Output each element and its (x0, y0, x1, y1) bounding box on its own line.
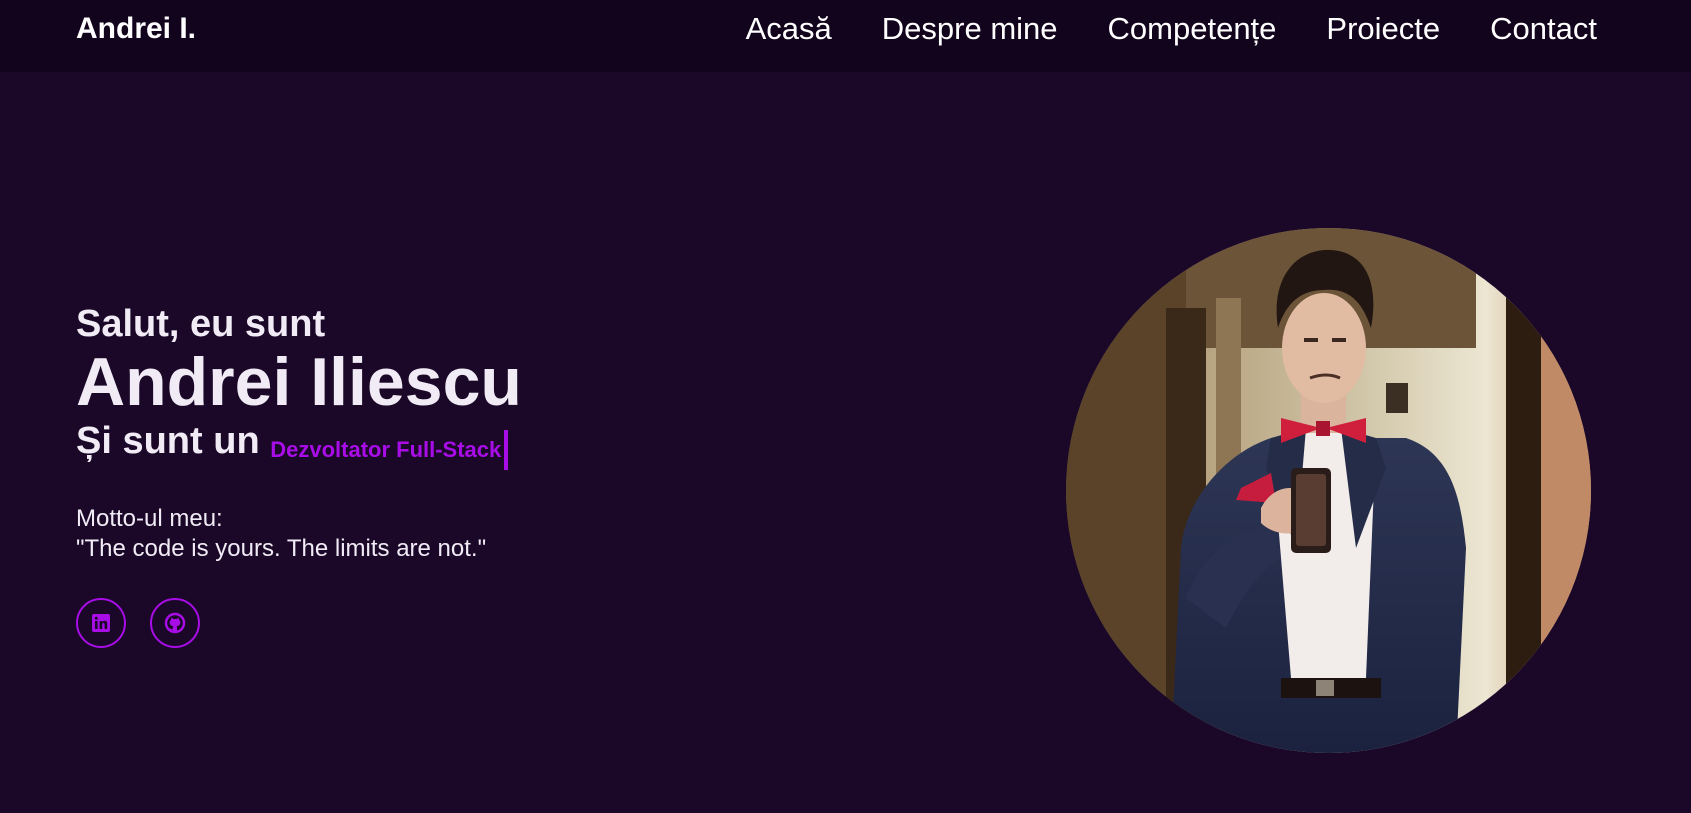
profile-photo-illustration (1066, 228, 1591, 753)
linkedin-icon (92, 614, 110, 632)
hero-name: Andrei Iliescu (76, 344, 522, 420)
top-navbar: Andrei I. Acasă Despre mine Competențe P… (0, 0, 1691, 72)
github-icon (164, 612, 186, 634)
nav-link-competente[interactable]: Competențe (1108, 11, 1277, 47)
social-links (76, 598, 200, 648)
site-logo[interactable]: Andrei I. (76, 12, 196, 46)
nav-link-acasa[interactable]: Acasă (746, 11, 832, 47)
main-nav: Acasă Despre mine Competențe Proiecte Co… (746, 11, 1597, 47)
github-link[interactable] (150, 598, 200, 648)
motto-quote: "The code is yours. The limits are not." (76, 535, 487, 562)
profile-photo (1066, 228, 1591, 753)
linkedin-link[interactable] (76, 598, 126, 648)
hero-role-typing: Dezvoltator Full-Stack (270, 430, 509, 470)
hero-role-prefix: Și sunt un (76, 420, 260, 462)
motto-label: Motto-ul meu: (76, 505, 223, 532)
nav-link-despre-mine[interactable]: Despre mine (882, 11, 1058, 47)
motto-block: Motto-ul meu: "The code is yours. The li… (76, 504, 776, 564)
hero-greeting: Salut, eu sunt (76, 303, 326, 345)
nav-link-contact[interactable]: Contact (1490, 11, 1597, 47)
hero-intro: Salut, eu sunt Andrei Iliescu Și sunt un… (76, 300, 776, 564)
nav-link-proiecte[interactable]: Proiecte (1326, 11, 1440, 47)
hero-role-line: Și sunt un Dezvoltator Full-Stack (76, 418, 776, 470)
